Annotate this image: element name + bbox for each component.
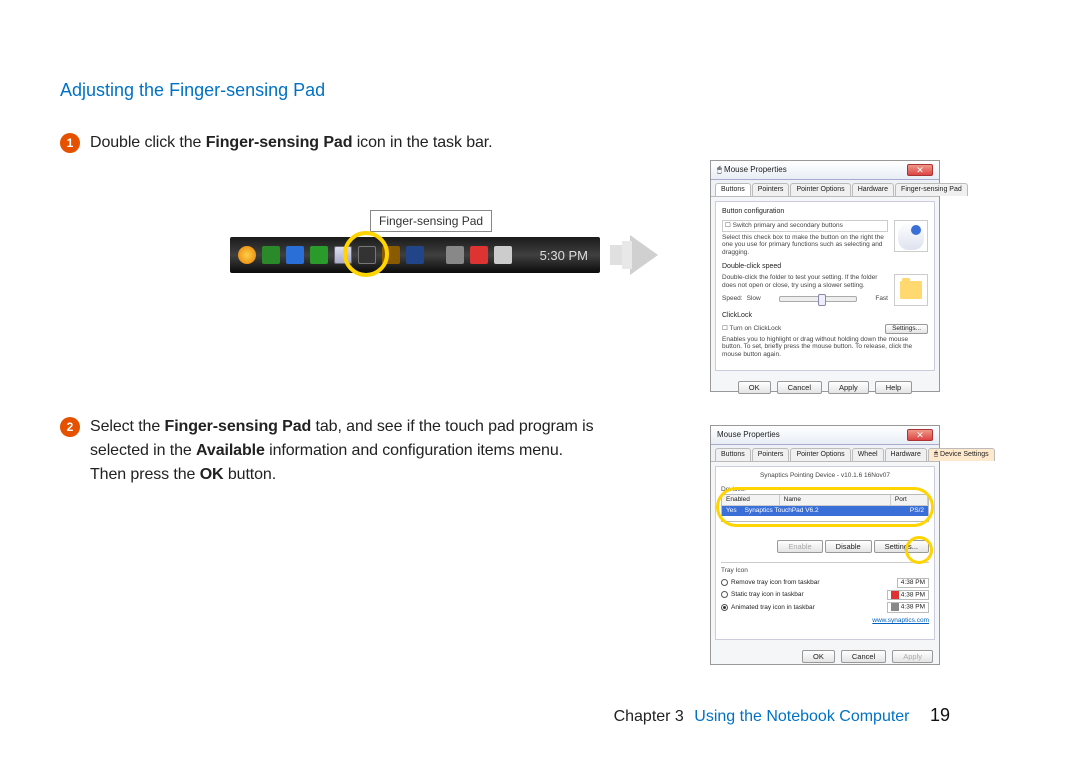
devices-table[interactable]: Enabled Name Port Yes Synaptics TouchPad… — [721, 494, 929, 522]
speed-label: Speed: — [722, 295, 743, 303]
apply-button[interactable]: Apply — [828, 381, 869, 394]
apply-button: Apply — [892, 650, 933, 663]
tab-pointers[interactable]: Pointers — [752, 183, 790, 196]
highlight-circle-icon — [343, 231, 389, 277]
synaptics-link[interactable]: www.synaptics.com — [872, 617, 929, 624]
arrow-right-icon — [630, 235, 658, 275]
dc-desc: Double-click the folder to test your set… — [722, 274, 888, 290]
radio-remove-tray[interactable]: Remove tray icon from taskbar — [721, 579, 820, 587]
cancel-button[interactable]: Cancel — [777, 381, 822, 394]
tab-hardware[interactable]: Hardware — [885, 448, 927, 461]
disable-button[interactable]: Disable — [825, 540, 872, 553]
tray-icon-label: Tray Icon — [721, 567, 929, 575]
tab-pointers[interactable]: Pointers — [752, 448, 790, 461]
time-preview: 4:38 PM — [887, 590, 929, 601]
tab-strip: Buttons Pointers Pointer Options Wheel H… — [711, 445, 939, 462]
taskbar-tooltip: Finger-sensing Pad — [370, 210, 492, 232]
chapter-label: Chapter 3 — [614, 708, 684, 725]
mouse-properties-dialog-buttons: 🖱 Mouse Properties ✕ Buttons Pointers Po… — [710, 160, 940, 392]
close-icon[interactable]: ✕ — [907, 429, 933, 441]
ok-button[interactable]: OK — [738, 381, 771, 394]
help-button[interactable]: Help — [875, 381, 912, 394]
step-2: 2 Select the Finger-sensing Pad tab, and… — [60, 415, 700, 487]
tab-wheel[interactable]: Wheel — [852, 448, 884, 461]
page-footer: Chapter 3 Using the Notebook Computer 19 — [0, 705, 1080, 726]
highlight-circle-icon — [905, 536, 933, 564]
network-icon — [470, 246, 488, 264]
clicklock-desc: Enables you to highlight or drag without… — [722, 336, 928, 359]
page-number: 19 — [930, 705, 950, 725]
tray-icon-generic — [262, 246, 280, 264]
mouse-properties-dialog-device: Mouse Properties ✕ Buttons Pointers Poin… — [710, 425, 940, 665]
tab-buttons[interactable]: Buttons — [715, 183, 751, 196]
radio-animated-tray[interactable]: Animated tray icon in taskbar — [721, 604, 815, 612]
bluetooth-icon — [286, 246, 304, 264]
wifi-icon — [310, 246, 328, 264]
time-preview: 4:38 PM — [897, 578, 929, 588]
tab-finger-sensing-pad[interactable]: Finger-sensing Pad — [895, 183, 968, 196]
taskbar-clock: 5:30 PM — [540, 248, 592, 263]
ok-button[interactable]: OK — [802, 650, 835, 663]
windows-taskbar: 5:30 PM — [230, 237, 600, 273]
mouse-preview-icon — [894, 220, 928, 252]
chapter-title: Using the Notebook Computer — [694, 708, 909, 725]
radio-static-tray[interactable]: Static tray icon in taskbar — [721, 591, 804, 599]
tab-hardware[interactable]: Hardware — [852, 183, 894, 196]
time-preview: 4:38 PM — [887, 602, 929, 613]
dialog-title: Mouse Properties — [717, 430, 780, 440]
tab-device-settings[interactable]: 🖱 Device Settings — [928, 448, 995, 461]
enable-button: Enable — [777, 540, 822, 553]
highlight-oval-icon — [716, 487, 934, 527]
swap-buttons-checkbox[interactable]: ☐ Switch primary and secondary buttons — [722, 220, 888, 232]
tray-icon-generic — [406, 246, 424, 264]
step-1-text: Double click the Finger-sensing Pad icon… — [90, 131, 492, 155]
battery-icon — [446, 246, 464, 264]
folder-test-icon[interactable] — [894, 274, 928, 306]
tab-pointer-options[interactable]: Pointer Options — [790, 448, 850, 461]
swap-desc: Select this check box to make the button… — [722, 234, 888, 257]
fast-label: Fast — [875, 295, 888, 303]
step-1: 1 Double click the Finger-sensing Pad ic… — [60, 131, 700, 155]
cancel-button[interactable]: Cancel — [841, 650, 886, 663]
group-double-click: Double-click speed — [722, 263, 928, 271]
tab-strip: Buttons Pointers Pointer Options Hardwar… — [711, 180, 939, 197]
tray-icon-generic — [238, 246, 256, 264]
step-number-2: 2 — [60, 417, 80, 437]
close-icon[interactable]: ✕ — [907, 164, 933, 176]
step-number-1: 1 — [60, 133, 80, 153]
dialog-title: 🖱 Mouse Properties — [717, 165, 787, 175]
step-2-text: Select the Finger-sensing Pad tab, and s… — [90, 415, 594, 487]
section-title: Adjusting the Finger-sensing Pad — [60, 80, 1020, 101]
clicklock-settings-button[interactable]: Settings... — [885, 324, 928, 334]
tab-buttons[interactable]: Buttons — [715, 448, 751, 461]
group-button-config: Button configuration — [722, 208, 928, 216]
group-clicklock: ClickLock — [722, 312, 928, 320]
tab-pointer-options[interactable]: Pointer Options — [790, 183, 850, 196]
driver-version: Synaptics Pointing Device - v10.1.6 16No… — [721, 472, 929, 480]
slow-label: Slow — [747, 295, 761, 303]
volume-icon — [494, 246, 512, 264]
speed-slider[interactable] — [779, 296, 858, 302]
clicklock-checkbox[interactable]: ☐ Turn on ClickLock — [722, 325, 781, 333]
